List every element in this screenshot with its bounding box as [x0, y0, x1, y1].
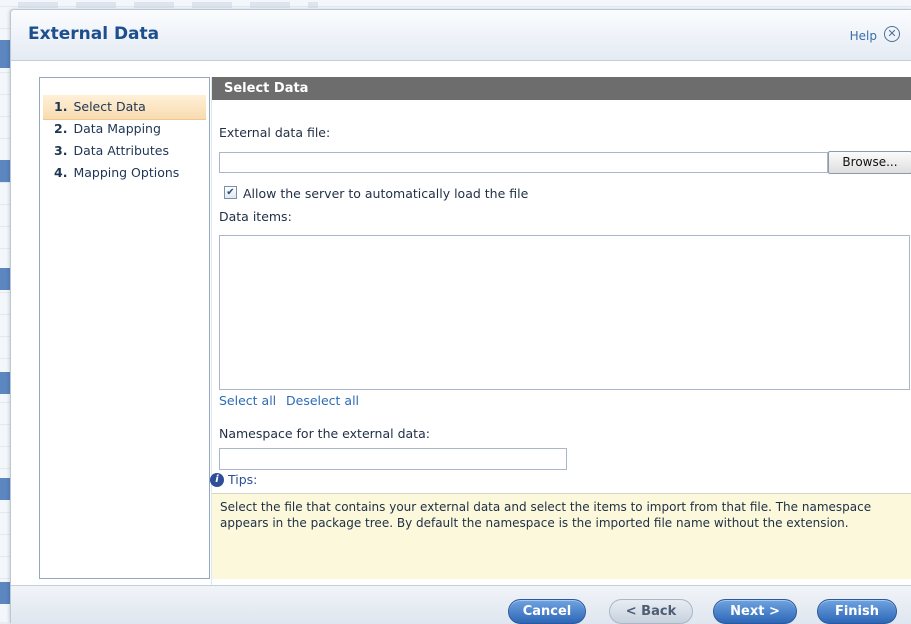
step-number: 3.: [54, 143, 68, 158]
checkmark-icon: ✔: [226, 187, 235, 198]
data-items-list[interactable]: [219, 235, 910, 390]
panel-header: Select Data: [212, 77, 911, 100]
next-button[interactable]: Next >: [713, 599, 797, 624]
select-all-link[interactable]: Select all: [219, 393, 276, 408]
select-data-panel: Select Data External data file: Browse..…: [210, 77, 911, 598]
help-link[interactable]: Help: [850, 29, 877, 43]
step-mapping-options[interactable]: 4. Mapping Options: [43, 164, 206, 188]
browse-button[interactable]: Browse...: [828, 151, 911, 174]
external-data-dialog: External Data Help ✕ 1. Select Data 2. D…: [10, 9, 911, 624]
step-label: Select Data: [73, 99, 146, 114]
step-label: Data Attributes: [73, 143, 169, 158]
step-label: Data Mapping: [73, 121, 161, 136]
deselect-all-link[interactable]: Deselect all: [286, 393, 359, 408]
namespace-label: Namespace for the external data:: [219, 426, 430, 441]
wizard-steps: 1. Select Data 2. Data Mapping 3. Data A…: [39, 77, 210, 579]
step-number: 1.: [54, 99, 68, 114]
step-select-data[interactable]: 1. Select Data: [43, 95, 206, 120]
dialog-title: External Data: [28, 24, 160, 44]
tips-label: Tips:: [228, 472, 258, 487]
back-button[interactable]: < Back: [609, 599, 693, 624]
dialog-footer: Cancel < Back Next > Finish: [11, 585, 911, 624]
auto-load-checkbox[interactable]: ✔: [224, 186, 237, 199]
data-items-label: Data items:: [219, 209, 292, 224]
external-file-input[interactable]: [219, 152, 828, 173]
auto-load-label: Allow the server to automatically load t…: [243, 186, 529, 201]
step-data-attributes[interactable]: 3. Data Attributes: [43, 142, 206, 166]
tips-text: Select the file that contains your exter…: [212, 493, 911, 579]
dialog-title-bar: External Data Help ✕: [11, 10, 911, 61]
namespace-input[interactable]: [219, 448, 567, 470]
step-number: 2.: [54, 121, 68, 136]
background-column-header: [18, 2, 318, 8]
finish-button[interactable]: Finish: [817, 599, 897, 624]
close-icon[interactable]: ✕: [884, 26, 900, 42]
step-label: Mapping Options: [73, 165, 180, 180]
step-data-mapping[interactable]: 2. Data Mapping: [43, 120, 206, 144]
info-icon: i: [210, 473, 224, 487]
cancel-button[interactable]: Cancel: [508, 599, 586, 624]
step-number: 4.: [54, 165, 68, 180]
external-file-label: External data file:: [219, 125, 331, 140]
